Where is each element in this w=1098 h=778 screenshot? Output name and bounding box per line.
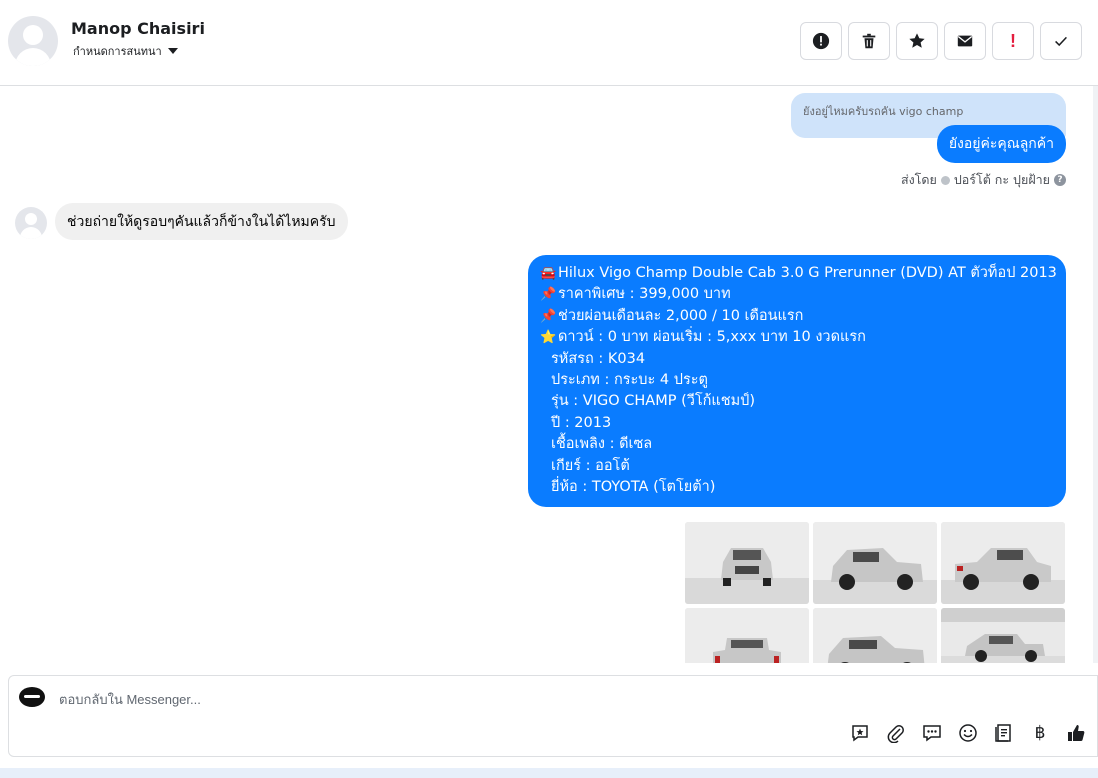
payment-button[interactable]: ฿ — [1029, 722, 1051, 744]
sent-by-info: ส่งโดย ปอร์โต้ กะ ปุยฝ้าย ? — [901, 170, 1066, 190]
contact-avatar[interactable] — [8, 16, 58, 66]
incoming-text: ช่วยถ่ายให้ดูรอบๆคันแล้วก็ข้างในได้ไหมคร… — [67, 213, 336, 230]
chat-bubbles-icon — [923, 725, 941, 742]
mark-done-button[interactable] — [1040, 22, 1082, 60]
listing-line: ยี่ห้อ : TOYOTA (โตโยต้า) — [551, 479, 716, 496]
car-photo[interactable] — [941, 522, 1065, 604]
catalog-button[interactable] — [993, 722, 1015, 744]
thread-scrollbar[interactable] — [1093, 86, 1098, 663]
contact-name[interactable]: Manop Chaisiri — [71, 19, 205, 38]
star-button[interactable] — [896, 22, 938, 60]
envelope-icon — [957, 35, 973, 47]
listing-line: เชื้อเพลิง : ดีเซล — [551, 436, 653, 453]
star-emoji-icon: ⭐ — [540, 330, 557, 346]
car-photo[interactable] — [685, 522, 809, 604]
listing-line: รหัสรถ : K034 — [551, 350, 646, 367]
exclamation-icon: ! — [1010, 30, 1016, 51]
incoming-message[interactable]: ช่วยถ่ายให้ดูรอบๆคันแล้วก็ข้างในได้ไหมคร… — [55, 203, 348, 240]
listing-line: ปี : 2013 — [551, 414, 612, 431]
assign-label: กำหนดการสนทนา — [73, 45, 162, 58]
emoji-button[interactable] — [957, 722, 979, 744]
car-photo[interactable] — [685, 608, 809, 663]
sent-by-name: ปอร์โต้ กะ ปุยฝ้าย — [953, 172, 1050, 187]
page-logo-icon — [19, 687, 45, 707]
assign-conversation-dropdown[interactable]: กำหนดการสนทนา — [73, 42, 178, 60]
attachment-icon — [887, 725, 904, 743]
car-rear-image — [685, 608, 809, 663]
catalog-icon — [995, 724, 1011, 742]
composer-tools: ฿ — [849, 722, 1087, 744]
reply-composer: ฿ — [8, 675, 1098, 757]
listing-line: 📌 ราคาพิเศษ : 399,000 บาท — [540, 284, 1054, 305]
emoji-icon — [959, 724, 977, 742]
alert-circle-icon — [812, 32, 830, 50]
car-listing-message[interactable]: 🚘 Hilux Vigo Champ Double Cab 3.0 G Preru… — [528, 255, 1066, 507]
check-icon — [1055, 36, 1067, 47]
outgoing-message[interactable]: ยังอยู่ค่ะคุณลูกค้า — [936, 125, 1066, 163]
mark-unread-button[interactable] — [944, 22, 986, 60]
message-thread[interactable]: ยังอยู่ไหมครับรถคัน vigo champ ยังอยู่ค่… — [0, 86, 1098, 663]
like-icon — [1068, 725, 1085, 741]
listing-line: เกียร์ : ออโต้ — [551, 457, 630, 474]
listing-line: รุ่น : VIGO CHAMP (วีโก้แชมป์) — [551, 393, 756, 410]
like-button[interactable] — [1065, 722, 1087, 744]
quick-replies-button[interactable] — [921, 722, 943, 744]
listing-line: ⭐ ดาวน์ : 0 บาท ผ่อนเริ่ม : 5,xxx บาท 10 … — [540, 327, 1054, 348]
conversation-header: Manop Chaisiri กำหนดการสนทนา ! — [0, 0, 1098, 86]
attach-button[interactable] — [885, 722, 907, 744]
delete-button[interactable] — [848, 22, 890, 60]
car-side-image — [941, 608, 1065, 663]
reply-input[interactable] — [59, 688, 839, 710]
photo-gallery — [685, 522, 1067, 663]
saved-reply-button[interactable] — [849, 722, 871, 744]
status-dot-icon — [940, 175, 950, 185]
saved-reply-icon — [852, 725, 868, 742]
customer-avatar[interactable] — [15, 207, 47, 239]
spam-button[interactable] — [800, 22, 842, 60]
car-photo[interactable] — [813, 608, 937, 663]
help-icon[interactable]: ? — [1054, 174, 1066, 186]
quoted-text: ยังอยู่ไหมครับรถคัน vigo champ — [803, 105, 964, 118]
pin-emoji-icon: 📌 — [540, 287, 557, 303]
star-icon — [909, 33, 925, 48]
payment-icon: ฿ — [1034, 723, 1046, 743]
outgoing-text: ยังอยู่ค่ะคุณลูกค้า — [948, 136, 1054, 152]
car-front-left-image — [813, 522, 937, 604]
car-front-left-2-image — [813, 608, 937, 663]
listing-line: 🚘 Hilux Vigo Champ Double Cab 3.0 G Preru… — [540, 263, 1057, 284]
listing-line: ประเภท : กระบะ 4 ประตู — [551, 372, 708, 389]
header-toolbar: ! — [800, 22, 1082, 60]
car-photo[interactable] — [941, 608, 1065, 663]
trash-icon — [862, 33, 876, 49]
listing-line: 📌 ช่วยผ่อนเดือนละ 2,000 / 10 เดือนแรก — [540, 306, 1054, 327]
car-front-image — [685, 522, 809, 604]
car-photo[interactable] — [813, 522, 937, 604]
follow-up-button[interactable]: ! — [992, 22, 1034, 60]
car-rear-right-image — [941, 522, 1065, 604]
bottom-strip — [0, 768, 1098, 778]
sent-by-prefix: ส่งโดย — [900, 172, 937, 187]
car-emoji-icon: 🚘 — [540, 266, 557, 281]
caret-down-icon — [167, 48, 178, 54]
pin-emoji-icon: 📌 — [540, 308, 557, 324]
